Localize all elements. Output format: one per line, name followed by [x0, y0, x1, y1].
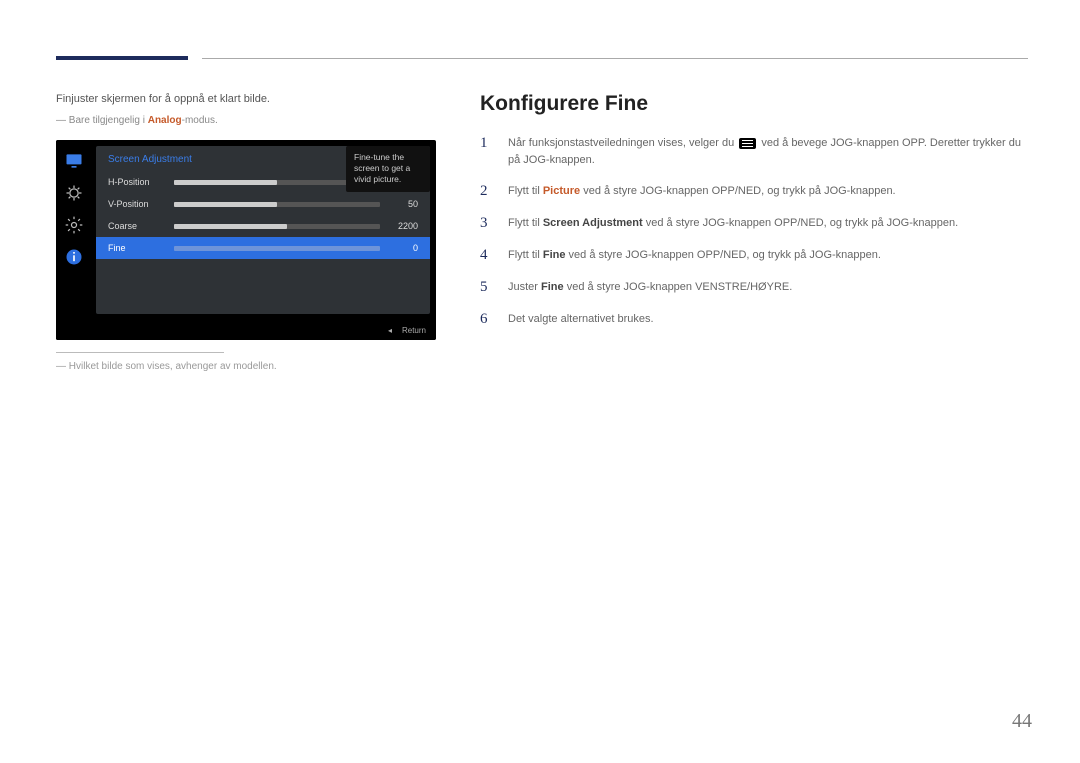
note-mode: Analog	[148, 115, 182, 126]
emphasis: Picture	[543, 185, 580, 197]
note-prefix: ― Bare tilgjengelig i	[56, 115, 148, 126]
osd-row-bar	[174, 246, 380, 251]
right-column: Konfigurere Fine 1 Når funksjonstastveile…	[480, 92, 1028, 372]
availability-note: ― Bare tilgjengelig i Analog-modus.	[56, 115, 436, 126]
divider	[56, 352, 224, 353]
intro-text: Finjuster skjermen for å oppnå et klart …	[56, 92, 436, 107]
accent-bar	[56, 56, 188, 60]
step-text: Flytt til Picture ved å styre JOG-knappe…	[508, 182, 896, 200]
bold-term: Fine	[541, 281, 564, 293]
osd-row-bar	[174, 224, 380, 229]
top-rule	[56, 56, 1028, 60]
osd-row-label: Coarse	[108, 221, 174, 231]
return-label: Return	[402, 326, 426, 335]
back-arrow-icon: ◂	[388, 326, 392, 335]
osd-row: V-Position 50	[96, 193, 430, 215]
step-text: Juster Fine ved å styre JOG-knappen VENS…	[508, 278, 792, 296]
step-number: 5	[480, 278, 494, 296]
step-number: 1	[480, 134, 494, 152]
step-text: Det valgte alternativet brukes.	[508, 310, 654, 328]
step-text: Flytt til Fine ved å styre JOG-knappen O…	[508, 246, 881, 264]
horizontal-rule	[202, 58, 1028, 59]
page-number: 44	[1012, 710, 1032, 733]
osd-screenshot: Screen Adjustment H-Position50V-Position…	[56, 140, 436, 340]
osd-row: Coarse 2200	[96, 215, 430, 237]
step-number: 6	[480, 310, 494, 328]
note-suffix: -modus.	[182, 115, 218, 126]
picture-icon	[61, 180, 87, 206]
step: 4 Flytt til Fine ved å styre JOG-knappen …	[480, 246, 1028, 264]
step: 2 Flytt til Picture ved å styre JOG-knapp…	[480, 182, 1028, 200]
left-column: Finjuster skjermen for å oppnå et klart …	[56, 92, 436, 372]
monitor-icon	[61, 148, 87, 174]
step-text: Flytt til Screen Adjustment ved å styre …	[508, 214, 958, 232]
osd-row-label: Fine	[108, 243, 174, 253]
osd-row-label: V-Position	[108, 199, 174, 209]
osd-row-value: 0	[390, 243, 418, 253]
step: 1 Når funksjonstastveiledningen vises, ve…	[480, 134, 1028, 168]
step-number: 2	[480, 182, 494, 200]
gear-icon	[61, 212, 87, 238]
step: 5 Juster Fine ved å styre JOG-knappen VEN…	[480, 278, 1028, 296]
osd-row: Fine 0	[96, 237, 430, 259]
steps-list: 1 Når funksjonstastveiledningen vises, ve…	[480, 134, 1028, 328]
osd-footer: ◂ Return	[56, 320, 436, 340]
step: 6 Det valgte alternativet brukes.	[480, 310, 1028, 328]
osd-row-label: H-Position	[108, 177, 174, 187]
bold-term: Fine	[543, 249, 566, 261]
menu-icon	[739, 138, 756, 149]
step-number: 4	[480, 246, 494, 264]
step-text: Når funksjonstastveiledningen vises, vel…	[508, 134, 1028, 168]
osd-sidebar	[56, 140, 92, 340]
osd-tooltip: Fine-tune the screen to get a vivid pict…	[346, 146, 430, 191]
osd-row-value: 2200	[390, 221, 418, 231]
step-number: 3	[480, 214, 494, 232]
section-heading: Konfigurere Fine	[480, 92, 1028, 116]
osd-row-bar	[174, 202, 380, 207]
step: 3 Flytt til Screen Adjustment ved å styre…	[480, 214, 1028, 232]
model-note: ― Hvilket bilde som vises, avhenger av m…	[56, 361, 436, 372]
info-icon	[61, 244, 87, 270]
page: Finjuster skjermen for å oppnå et klart …	[0, 0, 1080, 412]
bold-term: Screen Adjustment	[543, 217, 643, 229]
osd-row-value: 50	[390, 199, 418, 209]
